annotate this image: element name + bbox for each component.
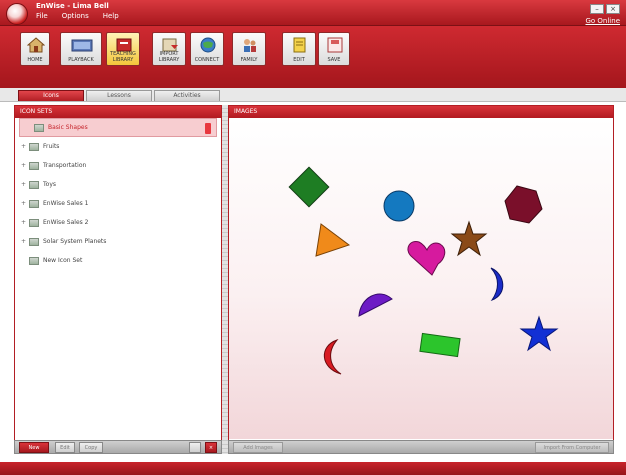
expand-plus-icon[interactable]: +: [21, 238, 29, 245]
globe-icon: [200, 37, 216, 53]
tree-item-label: EnWise Sales 2: [43, 219, 89, 226]
expand-plus-icon[interactable]: +: [21, 162, 29, 169]
tree-item-fruits[interactable]: + Fruits: [15, 137, 221, 156]
pencil-icon[interactable]: [205, 123, 211, 134]
folder-icon: [29, 256, 39, 265]
move-icon[interactable]: [189, 442, 201, 453]
tree-item-label: Solar System Planets: [43, 238, 107, 245]
tree-item-basic-shapes[interactable]: Basic Shapes: [19, 118, 217, 137]
menu-help[interactable]: Help: [103, 12, 119, 20]
copy-set-button[interactable]: Copy: [79, 442, 103, 453]
tree-item-label: EnWise Sales 1: [43, 200, 89, 207]
blue-circle-shape[interactable]: [383, 190, 415, 222]
tree-item-enwise-sales-2[interactable]: + EnWise Sales 2: [15, 213, 221, 232]
window-controls: – ×: [590, 4, 620, 14]
folder-icon: [34, 123, 44, 132]
shapes-svg: [288, 166, 559, 375]
expand-plus-icon[interactable]: +: [21, 181, 29, 188]
toolbar-edit-button[interactable]: Edit: [282, 32, 316, 66]
status-bar: [0, 462, 626, 475]
new-set-button[interactable]: New: [19, 442, 49, 453]
green-diamond-shape[interactable]: [288, 166, 330, 208]
tab-lessons[interactable]: Lessons: [86, 90, 152, 101]
menu-file[interactable]: File: [36, 12, 48, 20]
maroon-hexagon-shape[interactable]: [504, 185, 543, 224]
import-from-computer-button[interactable]: Import From Computer: [535, 442, 609, 453]
add-images-button[interactable]: Add Images: [233, 442, 283, 453]
window-title: EnWise - Lima Bell: [36, 2, 109, 10]
tree-item-label: New Icon Set: [43, 257, 83, 264]
icon-set-tree: Basic Shapes + Fruits + Transportation +…: [15, 118, 221, 270]
icon-sets-footer: New Edit Copy ×: [14, 440, 222, 454]
images-footer: Add Images Import From Computer: [228, 440, 614, 454]
toolbar-family-button[interactable]: Family: [232, 32, 266, 66]
brown-star-shape[interactable]: [450, 220, 488, 257]
blue-crescent-shape[interactable]: [490, 267, 504, 302]
expand-plus-icon[interactable]: +: [21, 200, 29, 207]
toolbar-playback-button[interactable]: Playback: [60, 32, 102, 66]
images-canvas[interactable]: [229, 118, 613, 439]
folder-icon: [29, 180, 39, 189]
icon-sets-header: ICON SETS: [15, 106, 221, 118]
red-crescent-shape[interactable]: [323, 338, 342, 375]
icon-sets-panel: ICON SETS Basic Shapes + Fruits + Transp…: [14, 105, 222, 454]
tree-item-transportation[interactable]: + Transportation: [15, 156, 221, 175]
menu-options[interactable]: Options: [62, 12, 89, 20]
folder-icon: [29, 237, 39, 246]
toolbar-home-button[interactable]: Home: [20, 32, 50, 66]
edit-set-button[interactable]: Edit: [55, 442, 75, 453]
blue-star-shape[interactable]: [519, 315, 559, 352]
tab-activities[interactable]: Activities: [154, 90, 220, 101]
green-rectangle-shape[interactable]: [419, 332, 461, 358]
toolbar-connect-button[interactable]: Connect: [190, 32, 224, 66]
tree-item-new-icon-set[interactable]: New Icon Set: [15, 251, 221, 270]
expand-plus-icon[interactable]: +: [21, 143, 29, 150]
playback-icon: [71, 39, 93, 52]
toolbar-teaching-library-button[interactable]: Teaching Library: [106, 32, 140, 66]
save-icon: [327, 37, 343, 53]
magenta-heart-shape[interactable]: [407, 240, 446, 276]
house-icon: [27, 37, 45, 53]
tree-item-toys[interactable]: + Toys: [15, 175, 221, 194]
images-panel: IMAGES: [228, 105, 614, 454]
tree-item-solar-system-planets[interactable]: + Solar System Planets: [15, 232, 221, 251]
top-right-link[interactable]: Go Online: [585, 17, 620, 25]
images-header: IMAGES: [229, 106, 613, 118]
folder-icon: [29, 142, 39, 151]
folder-icon: [29, 161, 39, 170]
folder-icon: [29, 199, 39, 208]
title-bar: EnWise - Lima Bell File Options Help – ×…: [0, 0, 626, 26]
tree-item-label: Fruits: [43, 143, 60, 150]
tree-item-enwise-sales-1[interactable]: + EnWise Sales 1: [15, 194, 221, 213]
tab-bar: Icons Lessons Activities: [0, 88, 626, 102]
tree-item-label: Transportation: [43, 162, 87, 169]
toolbar-save-button[interactable]: Save: [318, 32, 350, 66]
close-button[interactable]: ×: [606, 4, 620, 14]
edit-icon: [293, 37, 306, 53]
tree-item-label: Basic Shapes: [48, 124, 88, 131]
menu-bar: File Options Help: [36, 12, 119, 20]
folder-icon: [29, 218, 39, 227]
tab-icons[interactable]: Icons: [18, 90, 84, 101]
family-icon: [244, 39, 256, 52]
app-logo-icon[interactable]: [6, 3, 28, 25]
purple-semicircle-shape[interactable]: [358, 293, 393, 317]
expand-plus-icon[interactable]: +: [21, 219, 29, 226]
toolbar-import-library-button[interactable]: Import Library: [152, 32, 186, 66]
minimize-button[interactable]: –: [590, 4, 604, 14]
delete-icon[interactable]: ×: [205, 442, 217, 453]
toolbar: Home Playback Teaching Library Import Li…: [0, 26, 626, 88]
tree-item-label: Toys: [43, 181, 56, 188]
orange-triangle-shape[interactable]: [315, 223, 351, 257]
